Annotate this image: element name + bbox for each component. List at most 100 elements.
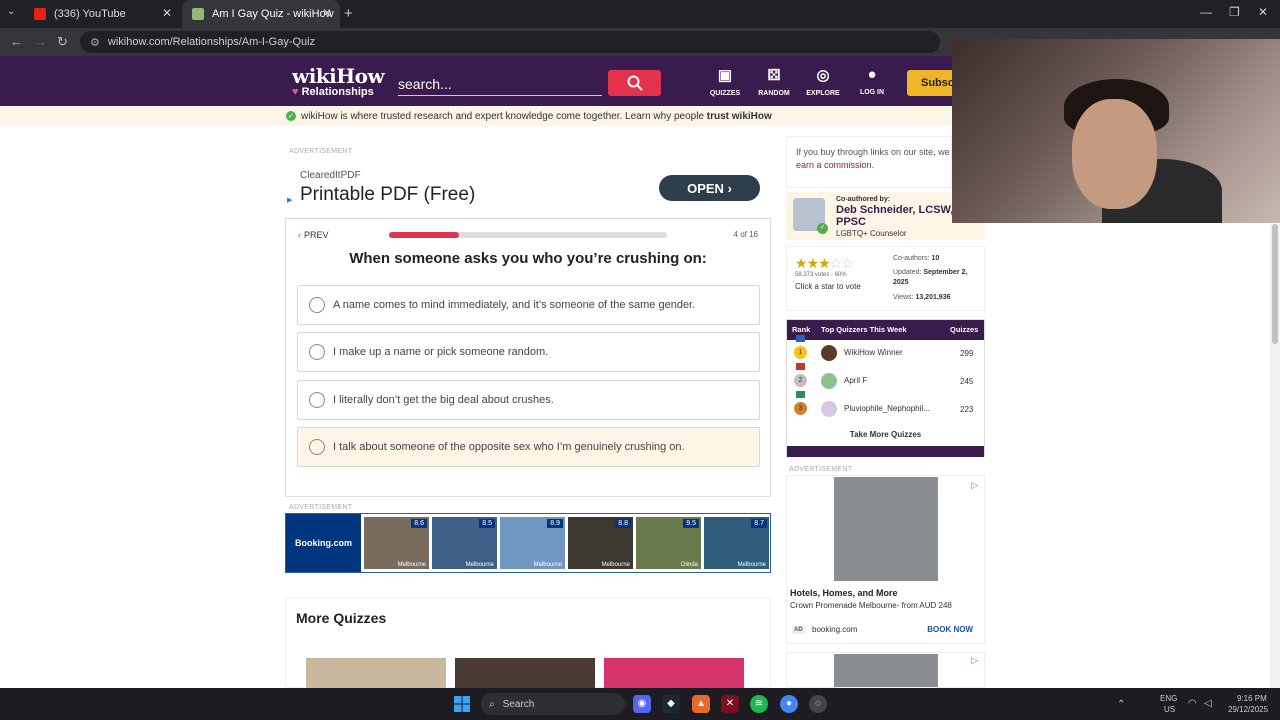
- star-icon[interactable]: ★: [818, 255, 831, 271]
- ad-open-button[interactable]: OPEN ›: [659, 175, 760, 201]
- adchoices-icon[interactable]: ▷: [971, 655, 978, 666]
- trust-link[interactable]: trust wikiHow: [707, 111, 772, 122]
- hotel-card[interactable]: 8.8 Melbourne: [568, 517, 633, 569]
- search-button[interactable]: [608, 70, 661, 96]
- adchoices-icon[interactable]: ▷: [971, 480, 978, 491]
- app-icon[interactable]: ◌: [809, 695, 827, 713]
- taskbar-search[interactable]: ⌕ Search: [481, 693, 625, 715]
- tab-wikihow[interactable]: Am I Gay Quiz - wikiHow ✕: [182, 0, 340, 28]
- chrome-icon[interactable]: ●: [780, 695, 798, 713]
- clock-date[interactable]: 29/12/2025: [1228, 705, 1268, 714]
- language-top[interactable]: ENG: [1160, 694, 1177, 703]
- site-info-icon[interactable]: ⚙: [90, 36, 100, 49]
- new-tab-icon[interactable]: +: [344, 5, 353, 22]
- prev-button[interactable]: ‹ PREV: [298, 230, 329, 240]
- hotel-card[interactable]: 8.9 Melbourne: [500, 517, 565, 569]
- volume-icon[interactable]: ◁: [1204, 698, 1212, 709]
- maximize-icon[interactable]: ❐: [1229, 5, 1240, 19]
- wikihow-logo[interactable]: wikiHow ♥ Relationships: [292, 64, 385, 98]
- commission-link[interactable]: earn a commission: [796, 160, 872, 170]
- quiz-count: 245: [960, 377, 974, 386]
- nav-explore[interactable]: ◎ EXPLORE: [800, 66, 846, 97]
- quiz-thumbnail[interactable]: [455, 658, 595, 689]
- leaderboard-header: Rank Top Quizzers This Week Quizzes: [787, 320, 984, 340]
- dice-icon: ⚄: [767, 67, 781, 84]
- hotel-card[interactable]: 8.6 Melbourne: [364, 517, 429, 569]
- hotel-card[interactable]: 8.5 Melbourne: [432, 517, 497, 569]
- leaderboard-row[interactable]: 3 Pluviophile_Nephophil... 223: [787, 391, 984, 424]
- discord-icon[interactable]: ◉: [633, 695, 651, 713]
- progress-fill: [389, 232, 459, 238]
- language-bottom[interactable]: US: [1164, 705, 1175, 714]
- close-window-icon[interactable]: ✕: [1258, 5, 1268, 19]
- app-orange-icon[interactable]: ▲: [692, 695, 710, 713]
- clock-time[interactable]: 9:16 PM: [1237, 694, 1267, 703]
- star-icon[interactable]: ★: [807, 255, 820, 271]
- quiz-thumbnail[interactable]: [306, 658, 446, 689]
- nav-login[interactable]: ● LOG IN: [849, 66, 895, 96]
- nav-random[interactable]: ⚄ RANDOM: [751, 66, 797, 97]
- tray-overflow-icon[interactable]: ⌃: [1117, 699, 1125, 710]
- coauthors-stat: Co-authors: 10: [893, 255, 940, 262]
- hotel-card[interactable]: 9.5 Olinda: [636, 517, 701, 569]
- leaderboard-row[interactable]: 1 WikiHow Winner 299: [787, 335, 984, 368]
- nav-quizzes[interactable]: ▣ QUIZZES: [702, 66, 748, 97]
- ad-title: Hotels, Homes, and More: [790, 588, 898, 598]
- hotel-city: Melbourne: [397, 562, 426, 568]
- minimize-icon[interactable]: —: [1200, 5, 1212, 19]
- leaderboard-row[interactable]: 2 April F 245: [787, 363, 984, 396]
- adchoices-icon[interactable]: ▶: [287, 196, 292, 204]
- app-red-icon[interactable]: ✕: [721, 695, 739, 713]
- verified-icon: ✓: [817, 223, 828, 234]
- tab-search-icon[interactable]: ⌄: [7, 6, 15, 17]
- windows-start-icon[interactable]: [454, 696, 470, 712]
- steam-icon[interactable]: ◆: [662, 695, 680, 713]
- quizzer-name: WikiHow Winner: [844, 348, 903, 357]
- search-icon: ⌕: [489, 698, 495, 710]
- leaderboard: Rank Top Quizzers This Week Quizzes 1 Wik…: [786, 319, 985, 457]
- tab-youtube[interactable]: (336) YouTube ✕: [24, 0, 180, 28]
- author-title: LGBTQ+ Counselor: [836, 229, 907, 238]
- star-icon[interactable]: ★: [795, 255, 808, 271]
- hotel-city: Melbourne: [601, 562, 630, 568]
- hotel-lobby-image: [834, 654, 938, 687]
- answer-option-4[interactable]: I talk about someone of the opposite sex…: [297, 427, 760, 467]
- scrollbar-thumb[interactable]: [1272, 224, 1278, 344]
- hotel-ad[interactable]: ▷ Hotels, Homes, and More Crown Promenad…: [786, 475, 985, 644]
- back-icon[interactable]: ←: [10, 34, 23, 49]
- close-tab-icon[interactable]: ✕: [322, 6, 332, 20]
- quiz-thumbnail[interactable]: [604, 658, 744, 689]
- url-field[interactable]: ⚙ wikihow.com/Relationships/Am-I-Gay-Qui…: [80, 31, 940, 53]
- hotel-ad-2[interactable]: ▷: [786, 652, 985, 688]
- compass-icon: ◎: [816, 67, 830, 84]
- take-more-quizzes-link[interactable]: Take More Quizzes: [787, 430, 984, 439]
- tab-title: (336) YouTube: [54, 8, 126, 20]
- answer-option-1[interactable]: A name comes to mind immediately, and it…: [297, 285, 760, 325]
- star-icon[interactable]: ☆: [841, 255, 854, 271]
- medal-icon: 1: [794, 346, 807, 359]
- search-input[interactable]: search...: [398, 70, 602, 96]
- booking-ad[interactable]: Booking.com 8.6 Melbourne 8.5 Melbourne 8.9 M…: [285, 513, 771, 573]
- answer-option-2[interactable]: I make up a name or pick someone random.: [297, 332, 760, 372]
- pdf-ad[interactable]: ▶ ClearedItPDF Printable PDF (Free) OPEN…: [287, 160, 770, 218]
- booking-logo: Booking.com: [286, 514, 361, 572]
- star-rating[interactable]: ★★★☆☆: [795, 255, 854, 272]
- avatar: [821, 373, 837, 389]
- ad-headline: Printable PDF (Free): [300, 184, 476, 205]
- forward-icon[interactable]: →: [34, 34, 47, 49]
- reload-icon[interactable]: ↻: [57, 34, 68, 50]
- spotify-icon[interactable]: ≋: [750, 695, 768, 713]
- ad-brand: ClearedItPDF: [300, 170, 361, 181]
- wifi-icon[interactable]: ◠: [1188, 698, 1197, 709]
- book-now-button[interactable]: BOOK NOW: [927, 625, 973, 634]
- close-tab-icon[interactable]: ✕: [162, 6, 172, 20]
- views-stat: Views: 13,201,936: [893, 294, 951, 301]
- page-scrollbar[interactable]: [1270, 224, 1280, 688]
- avatar: [821, 401, 837, 417]
- heart-icon: ♥: [292, 86, 299, 98]
- affiliate-disclosure: If you buy through links on our site, we…: [786, 136, 952, 188]
- hotel-card[interactable]: 8.7 Melbourne: [704, 517, 769, 569]
- star-icon[interactable]: ☆: [830, 255, 843, 271]
- answer-option-3[interactable]: I literally don’t get the big deal about…: [297, 380, 760, 420]
- browser-tab-strip: ⌄ (336) YouTube ✕ Am I Gay Quiz - wikiHo…: [0, 0, 1280, 28]
